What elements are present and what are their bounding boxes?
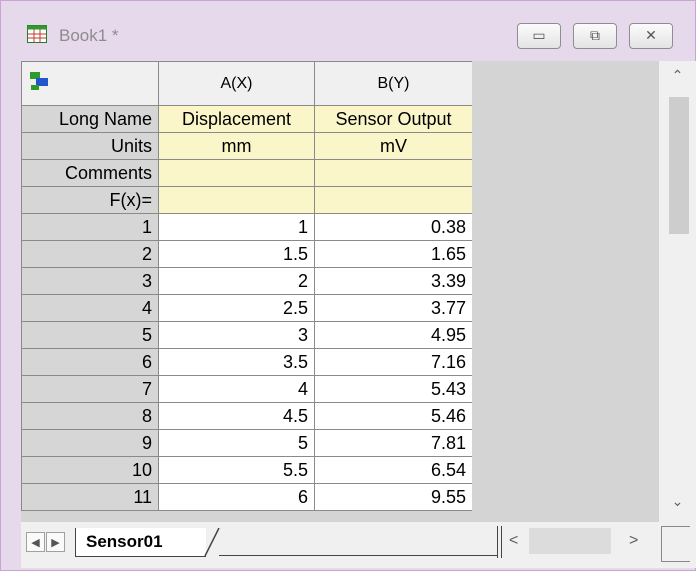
table-row: 2 1.5 1.65: [21, 240, 473, 268]
tab-scroll-splitter[interactable]: [497, 526, 502, 558]
close-button[interactable]: ✕: [629, 23, 673, 49]
table-row: 10 5.5 6.54: [21, 456, 473, 484]
cell-b[interactable]: 9.55: [314, 483, 473, 511]
table-row: 1 1 0.38: [21, 213, 473, 241]
table-row: 6 3.5 7.16: [21, 348, 473, 376]
minimize-button[interactable]: ▭: [517, 23, 561, 49]
column-header-a[interactable]: A(X): [158, 61, 315, 106]
label-row-formula: F(x)=: [21, 186, 473, 214]
row-header[interactable]: 3: [21, 267, 159, 295]
cell-b[interactable]: 3.39: [314, 267, 473, 295]
table-row: 7 4 5.43: [21, 375, 473, 403]
cell-b[interactable]: 5.46: [314, 402, 473, 430]
cell-b-long-name[interactable]: Sensor Output: [314, 105, 473, 133]
column-header-row: A(X) B(Y): [21, 61, 473, 106]
cell-b-comments[interactable]: [314, 159, 473, 187]
table-row: 9 5 7.81: [21, 429, 473, 457]
horizontal-scroll-thumb[interactable]: [529, 528, 611, 554]
row-header[interactable]: 1: [21, 213, 159, 241]
cell-a[interactable]: 4.5: [158, 402, 315, 430]
label-row-units: Units mm mV: [21, 132, 473, 160]
cell-a-comments[interactable]: [158, 159, 315, 187]
column-header-b[interactable]: B(Y): [314, 61, 473, 106]
row-header[interactable]: 4: [21, 294, 159, 322]
cell-a[interactable]: 3.5: [158, 348, 315, 376]
previous-sheet-button[interactable]: ◀: [26, 532, 45, 552]
cell-b[interactable]: 7.81: [314, 429, 473, 457]
title-bar[interactable]: Book1 * ▭ ⧉ ✕: [1, 1, 695, 56]
cell-a-units[interactable]: mm: [158, 132, 315, 160]
cell-b[interactable]: 6.54: [314, 456, 473, 484]
row-header-units[interactable]: Units: [21, 132, 159, 160]
cell-a[interactable]: 1.5: [158, 240, 315, 268]
minimize-icon: ▭: [532, 27, 546, 43]
row-header[interactable]: 9: [21, 429, 159, 457]
table-row: 4 2.5 3.77: [21, 294, 473, 322]
close-icon: ✕: [645, 27, 657, 43]
worksheet-grid: A(X) B(Y) Long Name Displacement Sensor …: [21, 61, 473, 511]
cell-a[interactable]: 2: [158, 267, 315, 295]
table-row: 3 2 3.39: [21, 267, 473, 295]
cell-b-formula[interactable]: [314, 186, 473, 214]
row-header-long-name[interactable]: Long Name: [21, 105, 159, 133]
row-header[interactable]: 5: [21, 321, 159, 349]
cell-a[interactable]: 6: [158, 483, 315, 511]
label-row-comments: Comments: [21, 159, 473, 187]
row-header[interactable]: 8: [21, 402, 159, 430]
table-row: 11 6 9.55: [21, 483, 473, 511]
label-row-long-name: Long Name Displacement Sensor Output: [21, 105, 473, 133]
next-sheet-button[interactable]: ▶: [46, 532, 65, 552]
row-header[interactable]: 10: [21, 456, 159, 484]
empty-sheet-area: [472, 61, 659, 522]
cell-a[interactable]: 1: [158, 213, 315, 241]
cell-a[interactable]: 5: [158, 429, 315, 457]
cell-a[interactable]: 5.5: [158, 456, 315, 484]
tab-edge: [204, 528, 220, 556]
vertical-scroll-thumb[interactable]: [669, 97, 689, 234]
table-row: 5 3 4.95: [21, 321, 473, 349]
restore-button[interactable]: ⧉: [573, 23, 617, 49]
cell-a[interactable]: 4: [158, 375, 315, 403]
scroll-up-icon[interactable]: ⌃: [659, 67, 696, 84]
row-header[interactable]: 7: [21, 375, 159, 403]
row-header-comments[interactable]: Comments: [21, 159, 159, 187]
workbook-window: Book1 * ▭ ⧉ ✕ A(X) B(Y) Long Name Displa…: [0, 0, 696, 571]
cell-a-long-name[interactable]: Displacement: [158, 105, 315, 133]
row-header[interactable]: 11: [21, 483, 159, 511]
cell-b[interactable]: 0.38: [314, 213, 473, 241]
sheet-tab-label: Sensor01: [86, 532, 163, 551]
select-all-corner[interactable]: [21, 61, 159, 106]
cell-b[interactable]: 5.43: [314, 375, 473, 403]
cell-b-units[interactable]: mV: [314, 132, 473, 160]
sheet-tab-bar: ◀ ▶ Sensor01 < >: [21, 522, 696, 568]
worksheet-corner-icon: [30, 72, 48, 90]
cell-a[interactable]: 3: [158, 321, 315, 349]
cell-b[interactable]: 4.95: [314, 321, 473, 349]
cell-b[interactable]: 3.77: [314, 294, 473, 322]
vertical-scrollbar[interactable]: ⌃ ⌄: [659, 61, 696, 522]
cell-b[interactable]: 7.16: [314, 348, 473, 376]
tab-baseline: [219, 555, 497, 556]
table-row: 8 4.5 5.46: [21, 402, 473, 430]
sheet-tab-sensor01[interactable]: Sensor01: [75, 528, 206, 557]
scroll-right-icon[interactable]: >: [629, 532, 638, 550]
window-title: Book1 *: [59, 26, 119, 45]
cell-a-formula[interactable]: [158, 186, 315, 214]
worksheet-area: A(X) B(Y) Long Name Displacement Sensor …: [21, 61, 696, 568]
cell-a[interactable]: 2.5: [158, 294, 315, 322]
scroll-left-icon[interactable]: <: [509, 532, 518, 550]
cell-b[interactable]: 1.65: [314, 240, 473, 268]
row-header[interactable]: 6: [21, 348, 159, 376]
resize-grip[interactable]: [661, 526, 690, 562]
restore-icon: ⧉: [590, 27, 600, 43]
row-header[interactable]: 2: [21, 240, 159, 268]
row-header-formula[interactable]: F(x)=: [21, 186, 159, 214]
workbook-icon: [27, 25, 47, 43]
scroll-down-icon[interactable]: ⌄: [659, 493, 696, 510]
